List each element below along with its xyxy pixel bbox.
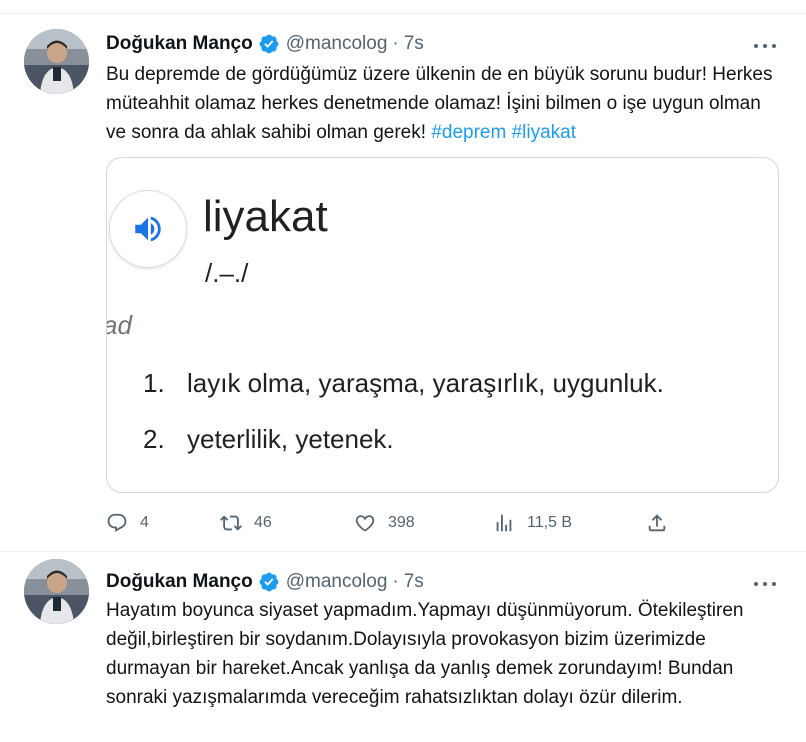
retweet-icon (220, 515, 242, 531)
author-name[interactable]: Doğukan Manço (106, 571, 253, 593)
more-icon[interactable] (754, 579, 776, 589)
share-button[interactable] (646, 512, 668, 534)
tweet-header: Doğukan Manço @mancolog · 7s (106, 570, 424, 594)
retweet-count: 46 (254, 514, 272, 531)
verified-badge-icon (259, 572, 279, 592)
views-icon (496, 514, 512, 532)
tweet-header: Doğukan Manço @mancolog · 7s (106, 32, 424, 56)
definition-item: 2. yeterlilik, yetenek. (143, 424, 394, 455)
tweet[interactable]: Doğukan Manço @mancolog · 7s Hayatım boy… (0, 552, 806, 742)
speaker-icon (135, 216, 161, 242)
more-icon[interactable] (754, 41, 776, 51)
part-of-speech: ad (107, 310, 132, 340)
action-bar: 4 46 398 11,5 B (106, 512, 686, 536)
avatar[interactable] (24, 559, 89, 624)
phonetic: /.–./ (205, 258, 249, 288)
author-handle[interactable]: @mancolog (286, 33, 388, 55)
reply-button[interactable]: 4 (106, 512, 149, 534)
tweet-time[interactable]: 7s (404, 571, 424, 593)
tweet-text: Hayatım boyunca siyaset yapmadım.Yapmayı… (106, 596, 786, 712)
tweet-text-body: Hayatım boyunca siyaset yapmadım.Yapmayı… (106, 600, 744, 708)
like-button[interactable]: 398 (354, 512, 415, 534)
reply-icon (107, 513, 127, 532)
views-button[interactable]: 11,5 B (493, 512, 572, 534)
media-card[interactable]: liyakat /.–./ ad 1. layık olma, yaraşma, … (106, 157, 779, 493)
retweet-button[interactable]: 46 (220, 512, 272, 534)
author-handle[interactable]: @mancolog (286, 571, 388, 593)
separator-dot: · (392, 571, 399, 592)
definition-text: layık olma, yaraşma, yaraşırlık, uygunlu… (187, 368, 664, 398)
views-count: 11,5 B (527, 514, 573, 531)
definition-text: yeterlilik, yetenek. (187, 424, 394, 454)
dictionary-word: liyakat (203, 192, 328, 241)
tweet-time[interactable]: 7s (404, 33, 424, 55)
definition-item: 1. layık olma, yaraşma, yaraşırlık, uygun… (143, 368, 664, 399)
hashtag-link[interactable]: #deprem (431, 122, 506, 143)
hashtag-link[interactable]: #liyakat (512, 122, 576, 143)
tweet-text: Bu depremde de gördüğümüz üzere ülkenin … (106, 60, 786, 147)
verified-badge-icon (259, 34, 279, 54)
definition-number: 1. (143, 368, 165, 398)
speaker-button[interactable] (109, 190, 187, 268)
definition-number: 2. (143, 424, 165, 454)
tweet[interactable]: Doğukan Manço @mancolog · 7s Bu depremde… (0, 14, 806, 538)
avatar[interactable] (24, 29, 89, 94)
separator-dot: · (392, 33, 399, 54)
like-icon (355, 515, 375, 532)
author-name[interactable]: Doğukan Manço (106, 33, 253, 55)
reply-count: 4 (140, 514, 149, 531)
like-count: 398 (388, 514, 415, 531)
share-icon (648, 514, 666, 532)
